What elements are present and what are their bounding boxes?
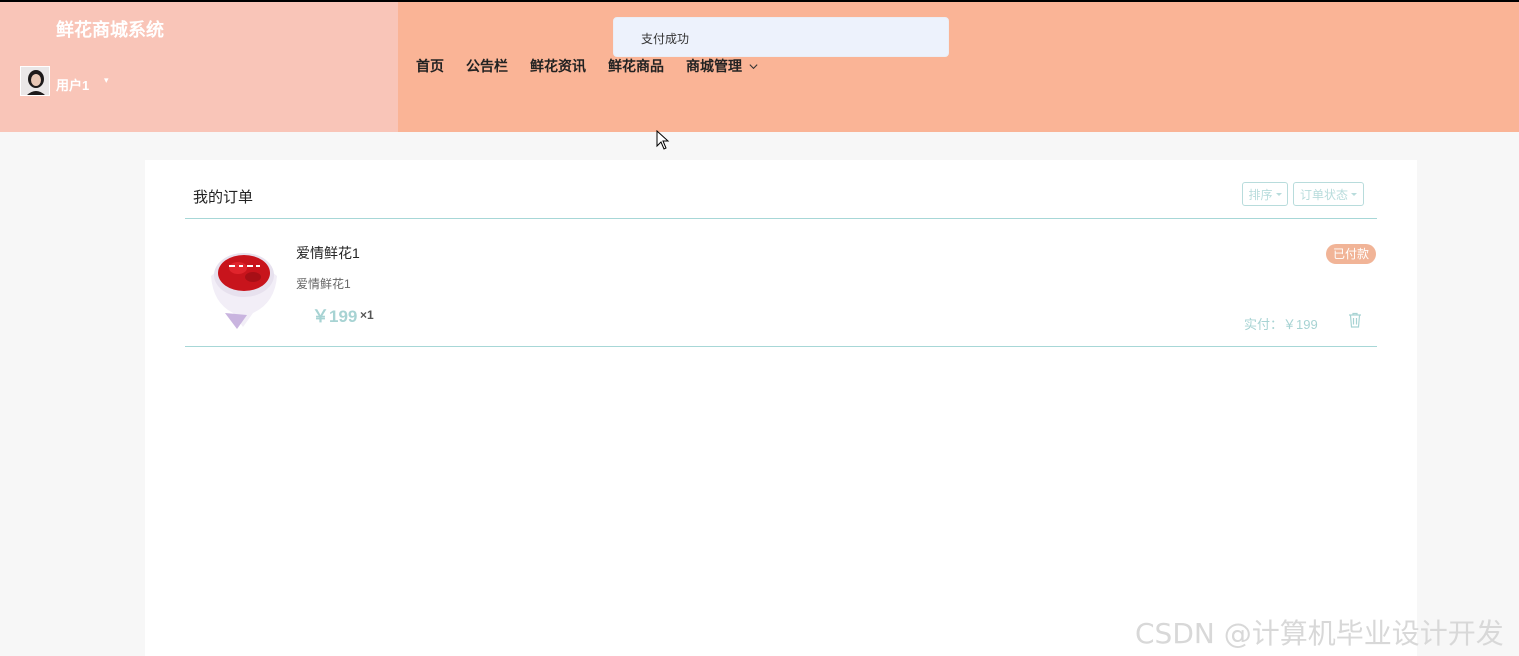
- product-subtitle: 爱情鲜花1: [296, 277, 351, 291]
- nav-item-notice[interactable]: 公告栏: [466, 56, 508, 76]
- main-nav: 首页 公告栏 鲜花资讯 鲜花商品 商城管理: [416, 56, 759, 76]
- nav-item-label: 商城管理: [686, 58, 742, 74]
- watermark: CSDN @计算机毕业设计开发: [1135, 617, 1504, 650]
- mouse-cursor-icon: [656, 130, 670, 150]
- status-badge: 已付款: [1326, 244, 1377, 264]
- product-price: ￥199: [312, 307, 358, 326]
- nav-item-label: 首页: [416, 58, 444, 74]
- nav-item-mall-management[interactable]: 商城管理: [686, 56, 759, 76]
- page-title: 我的订单: [193, 189, 254, 206]
- caret-down-icon: [1351, 192, 1357, 196]
- nav-item-label: 鲜花商品: [608, 58, 664, 74]
- caret-down-icon: [1275, 192, 1282, 196]
- toast-message: 支付成功: [613, 17, 949, 57]
- orders-panel: 我的订单 排序 订单状态 爱情鲜花1 爱情鲜花1 ￥199 ×1 已付款 实付：…: [145, 160, 1417, 656]
- nav-item-news[interactable]: 鲜花资讯: [530, 56, 586, 76]
- paid-amount: 实付：￥199: [1244, 317, 1318, 332]
- product-name[interactable]: 爱情鲜花1: [296, 243, 360, 263]
- app-title: 鲜花商城系统: [56, 20, 164, 40]
- sort-button-label: 排序: [1248, 187, 1273, 202]
- order-row[interactable]: 爱情鲜花1 爱情鲜花1 ￥199 ×1 已付款 实付：￥199: [185, 219, 1377, 347]
- avatar-image: [21, 67, 49, 95]
- nav-item-label: 公告栏: [466, 58, 508, 74]
- nav-item-home[interactable]: 首页: [416, 56, 444, 76]
- avatar[interactable]: [20, 66, 50, 96]
- nav-item-label: 鲜花资讯: [530, 58, 586, 74]
- nav-item-products[interactable]: 鲜花商品: [608, 56, 664, 76]
- user-menu-caret-icon[interactable]: ▾: [104, 75, 109, 86]
- toast-text: 支付成功: [641, 32, 690, 46]
- trash-icon[interactable]: [1348, 312, 1362, 328]
- brand-panel: 鲜花商城系统 用户1 ▾: [0, 2, 398, 132]
- chevron-down-icon: [749, 63, 758, 69]
- order-status-filter-label: 订单状态: [1299, 187, 1348, 202]
- user-name[interactable]: 用户1: [56, 75, 89, 94]
- product-thumbnail[interactable]: [203, 241, 285, 329]
- order-status-filter-button[interactable]: 订单状态: [1293, 182, 1364, 206]
- product-quantity: ×1: [360, 308, 374, 322]
- sort-button[interactable]: 排序: [1242, 182, 1288, 206]
